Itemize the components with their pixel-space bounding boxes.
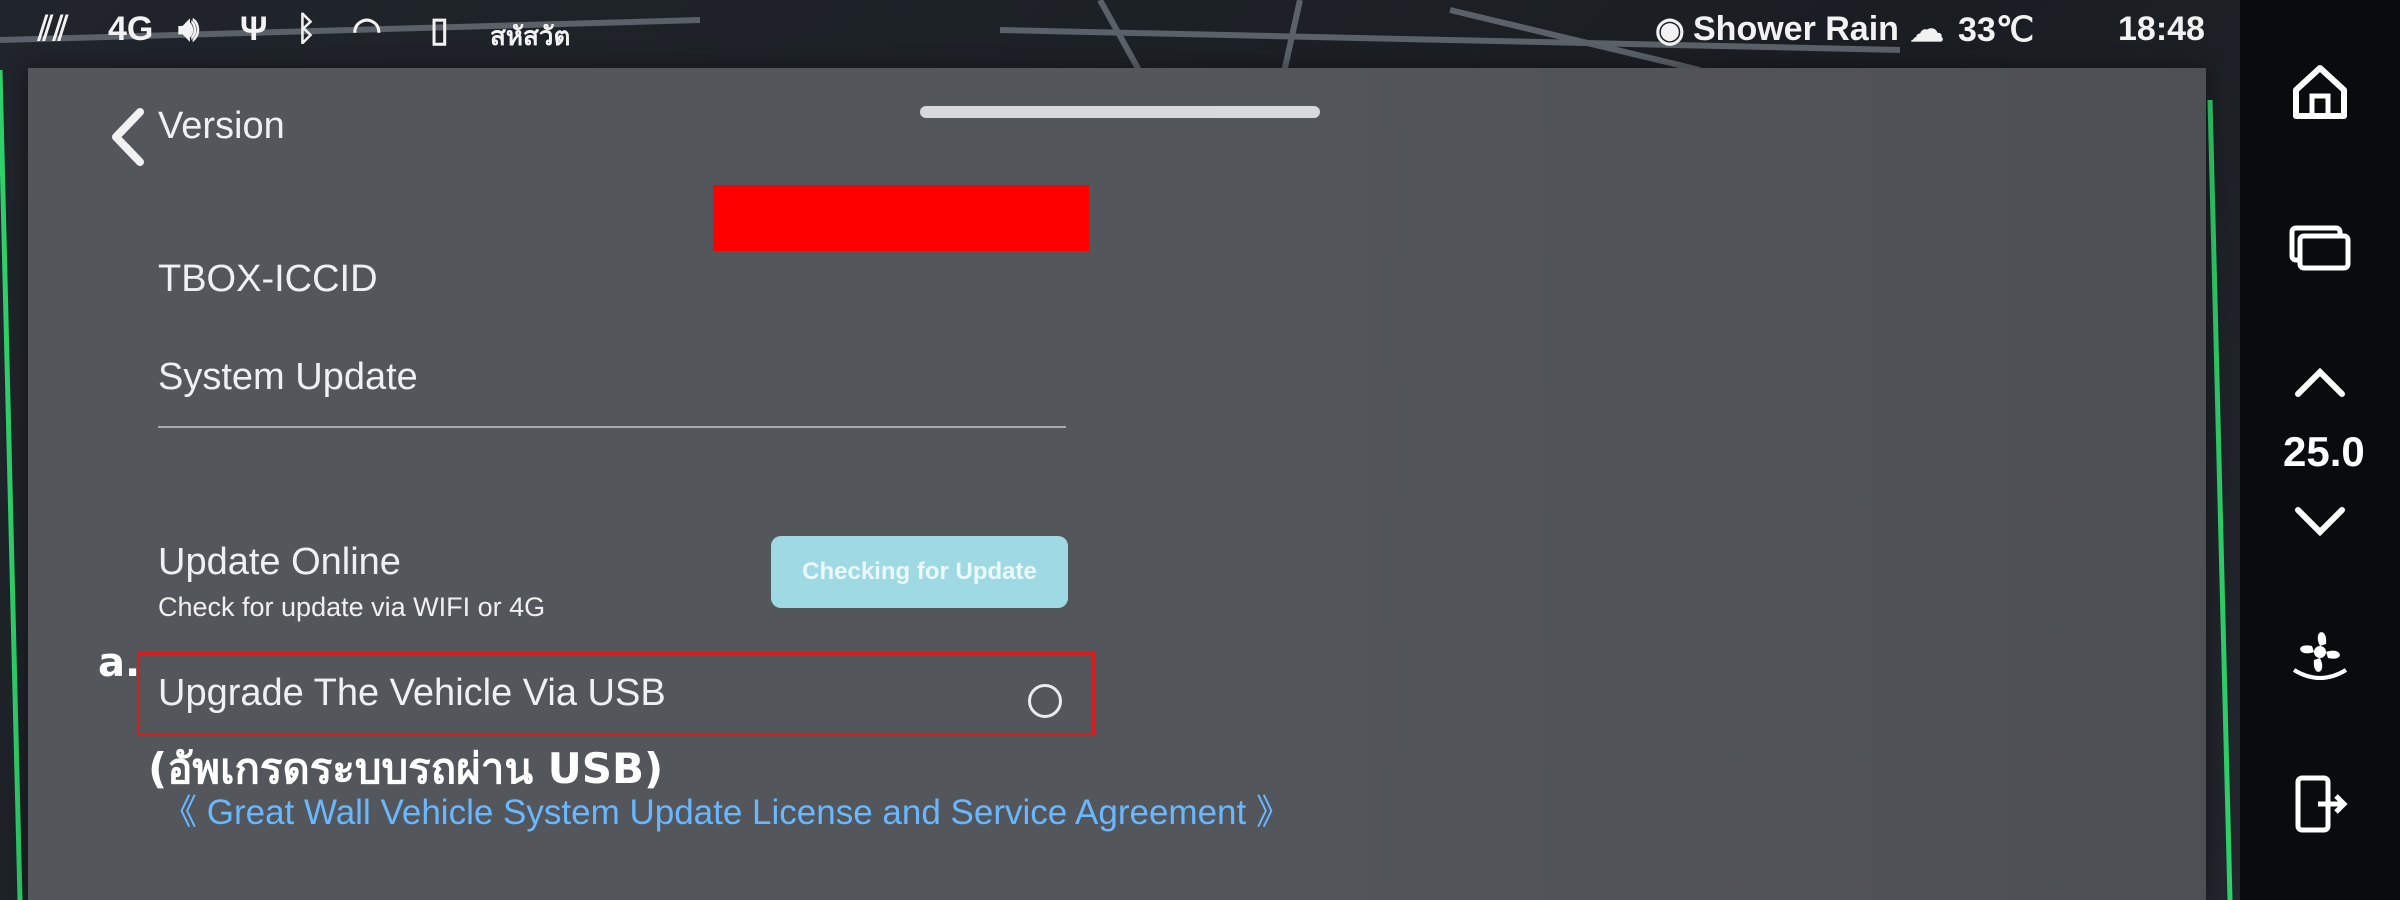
weather-label: Shower Rain xyxy=(1693,10,1899,48)
home-icon[interactable] xyxy=(2288,60,2352,124)
temp-down-icon[interactable] xyxy=(2288,490,2352,554)
panel-shade xyxy=(1128,68,2206,900)
usb-icon: Ψ xyxy=(240,10,268,48)
signal-strength-icon: ⫽⫽ xyxy=(38,10,69,48)
weather-location-icon: ◉ xyxy=(1655,11,1685,49)
phone-icon: ▯ xyxy=(430,11,449,49)
license-agreement-link[interactable]: 《 Great Wall Vehicle System Update Licen… xyxy=(162,784,1291,835)
volume-icon: 🔊︎ xyxy=(178,10,200,48)
page-title: Version xyxy=(158,105,285,147)
temp-up-icon[interactable] xyxy=(2288,350,2352,414)
climate-temperature: 25.0 xyxy=(2283,428,2365,475)
update-online-label: Update Online xyxy=(158,541,401,583)
clock: 18:48 xyxy=(2118,10,2205,48)
status-bar: ⫽⫽ 4G 🔊︎ Ψ ᛒ ◠ ▯ สหัสวัต ◉ Shower Rain ☁… xyxy=(0,0,2240,62)
multitask-icon[interactable] xyxy=(2288,214,2352,278)
carrier-text: สหัสวัต xyxy=(490,21,571,51)
drag-handle[interactable] xyxy=(920,106,1320,118)
exit-icon[interactable] xyxy=(2288,772,2352,836)
checking-for-update-button[interactable]: Checking for Update xyxy=(771,536,1068,608)
fan-icon[interactable] xyxy=(2288,620,2352,684)
tbox-iccid-label: TBOX-ICCID xyxy=(158,258,378,300)
network-type: 4G xyxy=(108,10,154,48)
usb-upgrade-radio-icon[interactable] xyxy=(1028,684,1062,718)
back-arrow-icon[interactable] xyxy=(98,102,158,172)
annotation-letter: a. xyxy=(98,640,141,686)
section-divider xyxy=(158,426,1066,428)
bluetooth-icon: ᛒ xyxy=(296,10,317,48)
update-online-description: Check for update via WIFI or 4G xyxy=(158,592,546,622)
wifi-icon: ◠ xyxy=(352,11,382,49)
rain-cloud-icon: ☁ xyxy=(1910,11,1944,49)
redacted-iccid-value xyxy=(713,185,1089,251)
usb-upgrade-label[interactable]: Upgrade The Vehicle Via USB xyxy=(158,672,666,715)
outside-temperature: 33℃ xyxy=(1958,11,2035,49)
system-update-heading: System Update xyxy=(158,356,418,398)
